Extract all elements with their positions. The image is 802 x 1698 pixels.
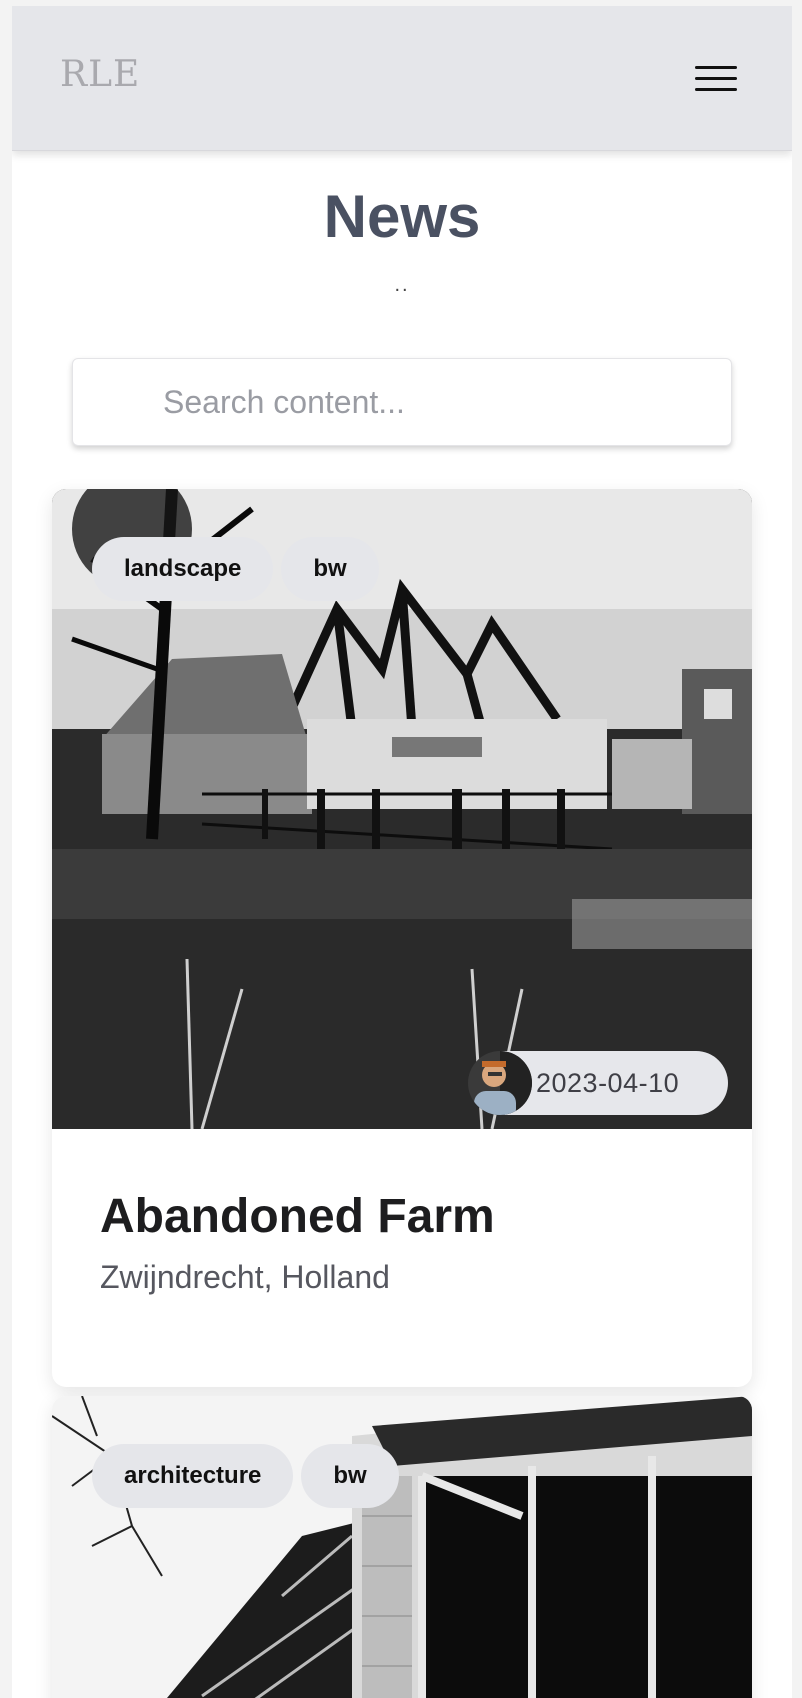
tag-architecture[interactable]: architecture (92, 1444, 294, 1508)
site-logo[interactable]: RLE (60, 54, 140, 95)
card-location: Zwijndrecht, Holland (100, 1259, 390, 1295)
news-card[interactable]: landscape bw 2023-04-10 Abandoned Farm Z… (52, 489, 752, 1387)
tag-landscape[interactable]: landscape (92, 537, 274, 601)
page-title: News (323, 183, 481, 250)
card-photo-ruin (52, 1396, 752, 1698)
page-subtitle: .. (394, 274, 410, 296)
search-input[interactable] (72, 358, 732, 446)
author-avatar (468, 1051, 532, 1115)
page: RLE News .. Search content... landscape … (12, 6, 792, 1698)
news-card[interactable]: architecture bw (52, 1396, 752, 1698)
tag-bw[interactable]: bw (281, 537, 379, 601)
hamburger-menu-icon[interactable] (692, 60, 740, 96)
card-title[interactable]: Abandoned Farm (100, 1189, 495, 1244)
card-tags: architecture bw (92, 1444, 399, 1508)
tag-bw[interactable]: bw (301, 1444, 399, 1508)
card-tags: landscape bw (92, 537, 379, 601)
date-badge: 2023-04-10 (468, 1051, 728, 1115)
site-header: RLE (12, 6, 792, 151)
post-date: 2023-04-10 (536, 1068, 680, 1098)
